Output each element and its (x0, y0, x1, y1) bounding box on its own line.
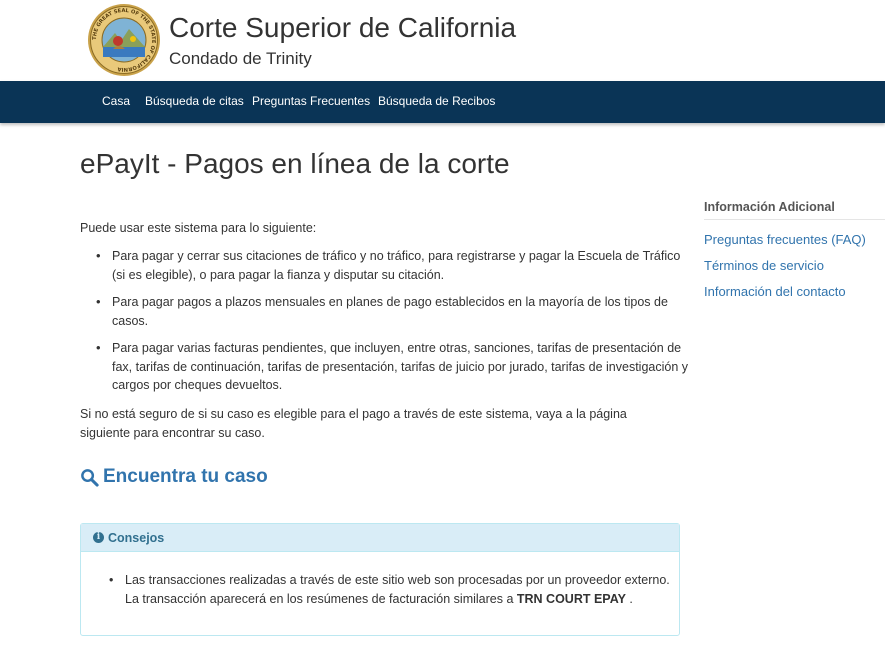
court-subtitle: Condado de Trinity (169, 49, 312, 68)
nav-item-busqueda-citas[interactable]: Búsqueda de citas (145, 94, 244, 108)
find-case-link[interactable]: Encuentra tu caso (80, 466, 268, 488)
info-icon: i (93, 532, 104, 543)
site-header: THE GREAT SEAL OF THE STATE OF CALIFORNI… (0, 0, 885, 81)
tips-highlight: TRN COURT EPAY (516, 591, 626, 606)
tips-text-end: . (625, 591, 633, 606)
usage-list: Para pagar y cerrar sus citaciones de tr… (80, 247, 690, 404)
nav-item-casa[interactable]: Casa (102, 94, 130, 108)
california-seal-icon[interactable]: THE GREAT SEAL OF THE STATE OF CALIFORNI… (87, 3, 161, 77)
eligibility-note: Si no está seguro de si su caso es elegi… (80, 407, 627, 440)
nav-item-preguntas[interactable]: Preguntas Frecuentes (252, 94, 370, 108)
sidebar-link-faq[interactable]: Preguntas frecuentes (FAQ) (704, 232, 866, 247)
bullet-dot: • (109, 573, 114, 587)
sidebar-link-contact[interactable]: Información del contacto (704, 284, 846, 299)
find-case-label: Encuentra tu caso (103, 466, 268, 487)
list-item: Para pagar varias facturas pendientes, q… (80, 339, 690, 395)
court-title: Corte Superior de California (169, 12, 517, 43)
list-item: Para pagar y cerrar sus citaciones de tr… (80, 247, 690, 284)
list-item: Para pagar pagos a plazos mensuales en p… (80, 293, 690, 330)
page-title: ePayIt - Pagos en línea de la corte (80, 148, 510, 179)
sidebar-link-terms[interactable]: Términos de servicio (704, 258, 824, 273)
tips-panel: i Consejos • Las transacciones realizada… (80, 523, 680, 636)
main-navbar: Casa Búsqueda de citas Preguntas Frecuen… (0, 81, 885, 123)
tips-body: • Las transacciones realizadas a través … (81, 552, 679, 608)
intro-text: Puede usar este sistema para lo siguient… (80, 221, 317, 235)
sidebar-title: Información Adicional (704, 200, 835, 214)
nav-item-recibos[interactable]: Búsqueda de Recibos (378, 94, 495, 108)
sidebar-divider (704, 219, 885, 220)
tips-header: i Consejos (81, 524, 679, 552)
tips-title: Consejos (108, 530, 165, 545)
search-icon (81, 468, 99, 487)
